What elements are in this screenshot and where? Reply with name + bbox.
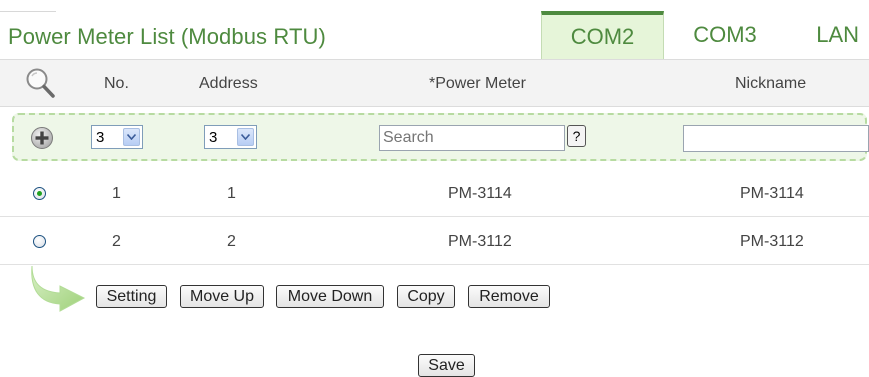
cell-address: 1 xyxy=(227,185,236,202)
move-up-button[interactable]: Move Up xyxy=(180,285,264,308)
curved-arrow-icon xyxy=(31,265,86,312)
column-header-power-meter: *Power Meter xyxy=(429,75,526,92)
table-row[interactable]: 2 2 PM-3112 PM-3112 xyxy=(0,217,869,265)
table-header: No. Address *Power Meter Nickname xyxy=(0,59,869,107)
cell-power-meter: PM-3114 xyxy=(448,185,512,202)
save-button[interactable]: Save xyxy=(418,354,475,377)
cell-no: 2 xyxy=(112,233,121,250)
cell-nickname: PM-3114 xyxy=(740,185,804,202)
chevron-down-icon xyxy=(237,128,254,146)
search-icon[interactable] xyxy=(24,66,56,100)
table-row[interactable]: 1 1 PM-3114 PM-3114 xyxy=(0,169,869,217)
top-divider xyxy=(0,11,56,12)
address-select-value: 3 xyxy=(209,128,218,146)
tab-com2[interactable]: COM2 xyxy=(541,11,664,59)
row-radio[interactable] xyxy=(33,235,46,248)
cell-nickname: PM-3112 xyxy=(740,233,804,250)
help-button[interactable]: ? xyxy=(567,125,586,147)
tab-com3[interactable]: COM3 xyxy=(664,11,786,59)
remove-button[interactable]: Remove xyxy=(468,285,550,308)
tab-lan[interactable]: LAN xyxy=(786,11,869,59)
address-select[interactable]: 3 xyxy=(204,125,257,149)
cell-address: 2 xyxy=(227,233,236,250)
plus-circle-icon[interactable] xyxy=(30,126,54,150)
column-header-no: No. xyxy=(104,75,129,92)
cell-no: 1 xyxy=(112,185,121,202)
column-header-address: Address xyxy=(199,75,258,92)
cell-power-meter: PM-3112 xyxy=(448,233,512,250)
nickname-input[interactable] xyxy=(683,125,869,152)
copy-button[interactable]: Copy xyxy=(397,285,455,308)
chevron-down-icon xyxy=(123,128,140,146)
page-title: Power Meter List (Modbus RTU) xyxy=(8,24,326,49)
row-radio[interactable] xyxy=(33,187,46,200)
no-select-value: 3 xyxy=(96,128,105,146)
no-select[interactable]: 3 xyxy=(91,125,143,149)
add-meter-row: 3 3 ? xyxy=(12,113,869,161)
column-header-nickname: Nickname xyxy=(735,75,807,92)
power-meter-search-input[interactable] xyxy=(379,125,565,151)
setting-button[interactable]: Setting xyxy=(96,285,167,308)
move-down-button[interactable]: Move Down xyxy=(276,285,384,308)
